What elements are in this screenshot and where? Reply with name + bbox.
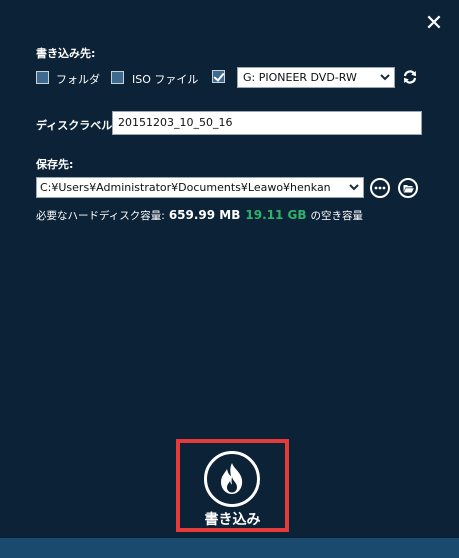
burn-button[interactable]: 書き込み [176, 439, 289, 532]
iso-checkbox[interactable] [111, 71, 124, 84]
refresh-icon[interactable] [402, 69, 418, 85]
chevron-down-icon [347, 178, 361, 197]
close-button[interactable]: ✕ [424, 13, 444, 35]
open-folder-button[interactable] [398, 178, 418, 198]
drive-select-value: G: PIONEER DVD-RW [243, 71, 357, 84]
folder-checkbox[interactable] [36, 71, 49, 84]
burn-circle [204, 451, 260, 507]
free-space: 19.11 GB [245, 208, 307, 222]
required-size: 659.99 MB [168, 208, 241, 222]
folder-open-icon [403, 184, 414, 192]
save-path-select[interactable]: C:¥Users¥Administrator¥Documents¥Leawo¥h… [36, 177, 364, 198]
capacity-info: 必要なハードディスク容量: 659.99 MB 19.11 GB の空き容量 [36, 208, 363, 223]
disc-label-input[interactable]: 20151203_10_50_16 [112, 111, 422, 135]
save-to-label: 保存先: [36, 158, 74, 171]
burn-label: 書き込み [204, 512, 261, 528]
capacity-label: 必要なハードディスク容量: [36, 210, 165, 222]
iso-label: ISO ファイル [132, 73, 199, 86]
folder-label: フォルダ [56, 73, 100, 86]
free-space-suffix: の空き容量 [310, 210, 364, 222]
drive-checkbox[interactable] [212, 70, 225, 83]
browse-more-button[interactable] [370, 178, 390, 198]
chevron-down-icon [378, 68, 392, 87]
bottom-bar [0, 538, 459, 558]
disc-label-label: ディスクラベル: [36, 119, 117, 132]
more-icon [374, 186, 386, 190]
write-to-label: 書き込み先: [36, 47, 96, 60]
flame-icon [221, 463, 243, 494]
drive-select[interactable]: G: PIONEER DVD-RW [237, 67, 395, 88]
save-path-value: C:¥Users¥Administrator¥Documents¥Leawo¥h… [40, 181, 331, 194]
